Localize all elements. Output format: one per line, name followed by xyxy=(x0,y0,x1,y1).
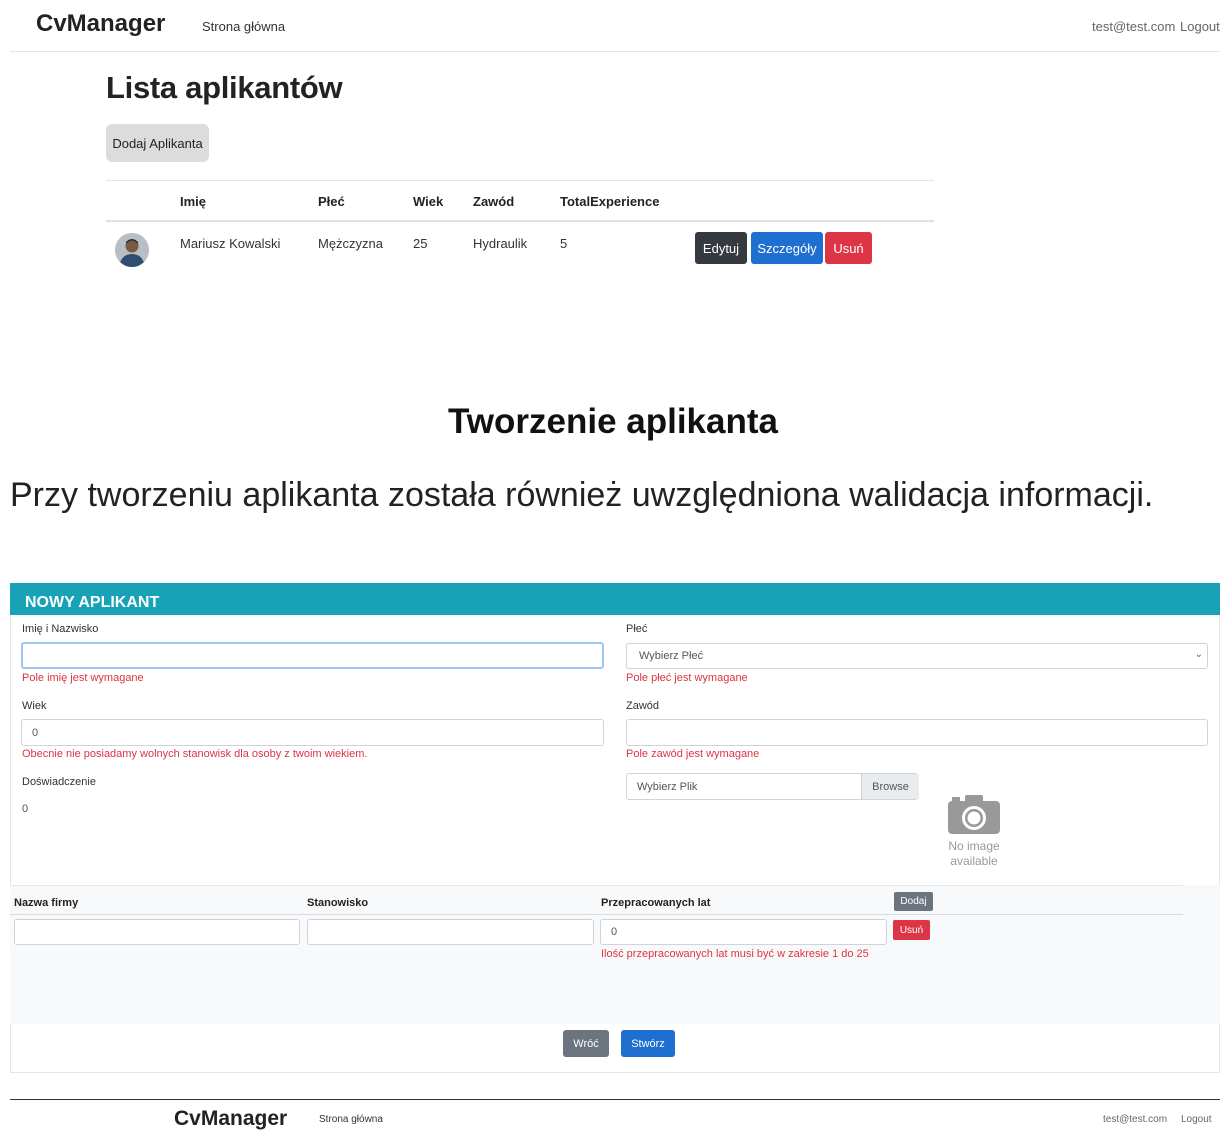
company-header: Nazwa firmy xyxy=(14,897,79,909)
cell-age: 25 xyxy=(413,236,428,251)
experience-header-divider xyxy=(10,914,1183,915)
no-image-line1: No image xyxy=(948,839,1000,853)
file-placeholder: Wybierz Plik xyxy=(637,781,698,793)
add-applicant-button[interactable]: Dodaj Aplikanta xyxy=(106,124,209,162)
col-header-age: Wiek xyxy=(413,194,444,209)
table-row: Mariusz Kowalski Mężczyzna 25 Hydraulik … xyxy=(106,222,934,278)
years-input[interactable]: 0 xyxy=(600,919,887,945)
brand-logo[interactable]: CvManager xyxy=(36,10,165,38)
section-title: Tworzenie aplikanta xyxy=(448,402,778,441)
col-header-job: Zawód xyxy=(473,194,515,209)
experience-value: 0 xyxy=(22,803,29,815)
table-top-divider xyxy=(106,180,934,181)
position-input[interactable] xyxy=(307,919,594,945)
no-image-placeholder: No image available xyxy=(934,839,1014,869)
create-button[interactable]: Stwórz xyxy=(621,1030,675,1057)
col-header-name: Imię xyxy=(180,194,207,209)
age-error: Obecnie nie posiadamy wolnych stanowisk … xyxy=(22,748,368,760)
footer-logout-link[interactable]: Logout xyxy=(1181,1114,1212,1125)
chevron-down-icon: ⌄ xyxy=(1194,649,1203,660)
years-error: Ilość przepracowanych lat musi być w zak… xyxy=(601,948,869,960)
gender-select-value: Wybierz Płeć xyxy=(639,650,704,662)
cell-job: Hydraulik xyxy=(473,236,528,251)
details-button[interactable]: Szczegóły xyxy=(751,232,823,264)
experience-table-top-line xyxy=(10,885,1183,886)
job-label: Zawód xyxy=(626,700,660,712)
user-email[interactable]: test@test.com xyxy=(1092,19,1175,34)
add-row-button[interactable]: Dodaj xyxy=(894,892,933,911)
form-header-title: NOWY APLIKANT xyxy=(25,594,160,611)
edit-button[interactable]: Edytuj xyxy=(695,232,747,264)
experience-label: Doświadczenie xyxy=(22,776,96,788)
cell-name: Mariusz Kowalski xyxy=(180,236,281,251)
gender-select[interactable]: Wybierz Płeć ⌄ xyxy=(626,643,1208,669)
name-label: Imię i Nazwisko xyxy=(22,623,99,635)
col-header-gender: Płeć xyxy=(318,194,345,209)
position-header: Stanowisko xyxy=(307,897,369,909)
cell-experience: 5 xyxy=(560,236,568,251)
nav-home-link[interactable]: Strona główna xyxy=(202,19,285,34)
name-error: Pole imię jest wymagane xyxy=(22,672,144,684)
cell-gender: Mężczyzna xyxy=(318,236,384,251)
remove-row-button[interactable]: Usuń xyxy=(893,920,930,940)
bottom-divider xyxy=(10,1099,1220,1100)
camera-icon xyxy=(944,793,1004,835)
age-input[interactable]: 0 xyxy=(21,719,604,746)
browse-button[interactable]: Browse xyxy=(861,774,919,799)
file-picker[interactable]: Wybierz Plik Browse xyxy=(626,773,919,800)
form-header: NOWY APLIKANT xyxy=(10,583,1220,615)
section-description: Przy tworzeniu aplikanta została również… xyxy=(10,476,1154,514)
back-button[interactable]: Wróć xyxy=(563,1030,609,1057)
col-header-experience: TotalExperience xyxy=(560,194,660,209)
avatar xyxy=(115,233,149,267)
page-title: Lista aplikantów xyxy=(106,70,343,105)
name-input[interactable] xyxy=(21,642,604,669)
logout-link[interactable]: Logout xyxy=(1180,19,1220,34)
footer-brand[interactable]: CvManager xyxy=(174,1107,287,1131)
gender-error: Pole płeć jest wymagane xyxy=(626,672,748,684)
footer-user-email[interactable]: test@test.com xyxy=(1103,1114,1167,1125)
job-error: Pole zawód jest wymagane xyxy=(626,748,760,760)
gender-label: Płeć xyxy=(626,623,648,635)
job-input[interactable] xyxy=(626,719,1208,746)
nav-divider xyxy=(10,51,1220,52)
delete-button[interactable]: Usuń xyxy=(825,232,872,264)
years-header: Przepracowanych lat xyxy=(601,897,711,909)
company-input[interactable] xyxy=(14,919,300,945)
no-image-line2: available xyxy=(950,854,998,868)
footer-home-link[interactable]: Strona główna xyxy=(319,1114,383,1125)
age-label: Wiek xyxy=(22,700,47,712)
